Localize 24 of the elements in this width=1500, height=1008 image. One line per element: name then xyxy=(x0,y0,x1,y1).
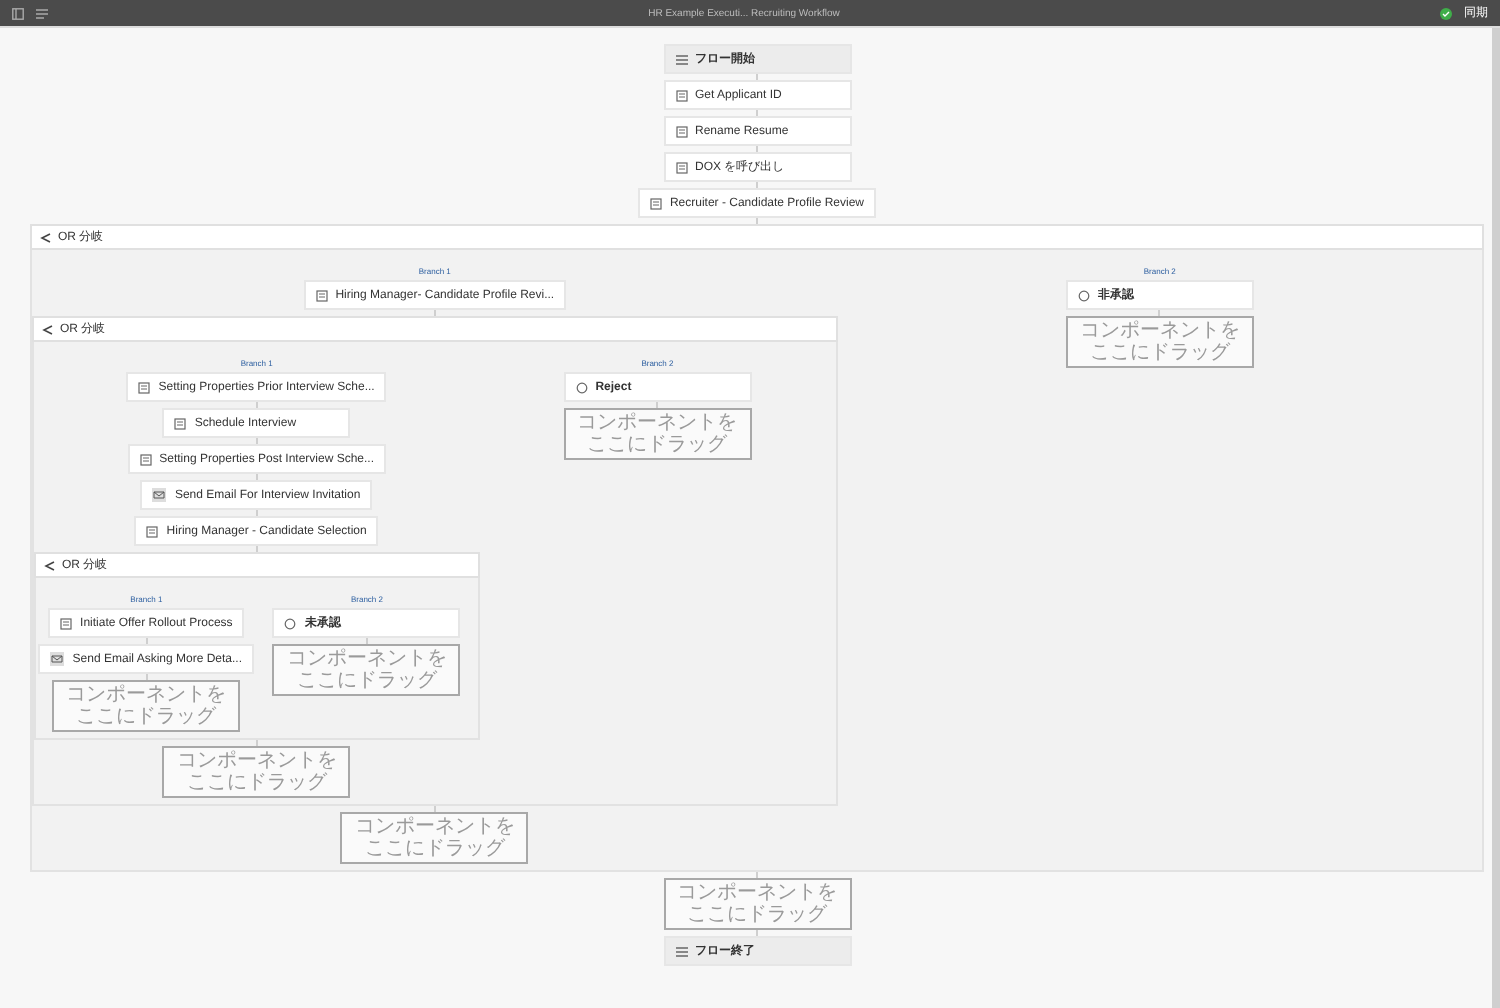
branch-icon xyxy=(42,323,54,335)
document-icon xyxy=(675,89,687,101)
check-circle-icon xyxy=(1440,7,1452,19)
circle-icon xyxy=(1077,289,1090,301)
envelope-icon xyxy=(152,488,167,502)
list-icon xyxy=(675,945,687,957)
document-icon xyxy=(138,381,151,393)
circle-icon xyxy=(284,617,297,629)
envelope-icon xyxy=(50,652,65,666)
document-icon xyxy=(146,525,159,537)
list-icon xyxy=(675,53,687,65)
branch-icon xyxy=(44,559,56,571)
circle-icon xyxy=(575,381,588,393)
document-icon xyxy=(649,197,662,209)
document-icon xyxy=(139,453,152,465)
document-icon xyxy=(675,125,687,137)
menu-icon[interactable] xyxy=(36,7,48,19)
scrollbar[interactable] xyxy=(1492,28,1500,1008)
document-icon xyxy=(315,289,328,301)
document-icon xyxy=(675,161,687,173)
sidebar-toggle-icon[interactable] xyxy=(12,7,24,19)
document-icon xyxy=(174,417,187,429)
document-icon xyxy=(60,617,73,629)
branch-icon xyxy=(40,231,52,243)
